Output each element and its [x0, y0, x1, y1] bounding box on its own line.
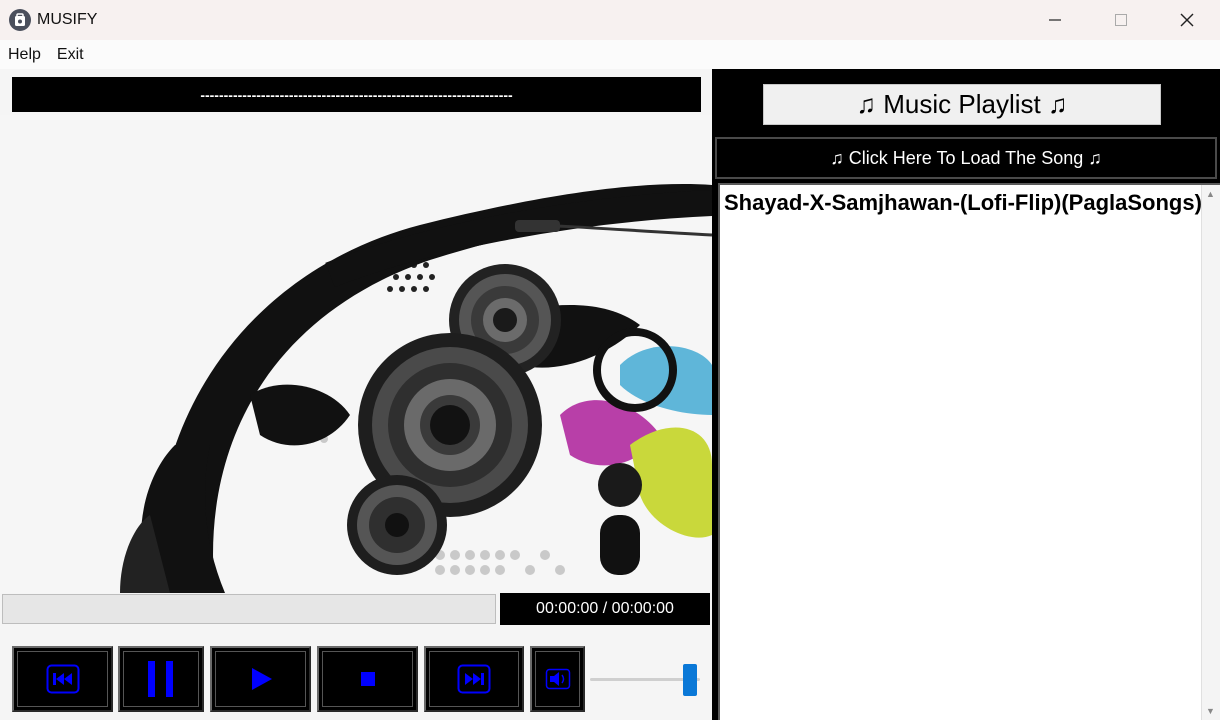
next-icon: [457, 664, 491, 694]
minimize-icon: [1049, 19, 1061, 21]
app-logo-icon: [9, 9, 31, 31]
maximize-button[interactable]: [1088, 0, 1154, 40]
album-artwork: [0, 115, 712, 593]
playlist-pane: ♫ Music Playlist ♫ ♫ Click Here To Load …: [712, 69, 1220, 720]
load-song-button[interactable]: ♫ Click Here To Load The Song ♫: [715, 137, 1217, 179]
volume-slider[interactable]: [590, 646, 702, 712]
playlist-title: ♫ Music Playlist ♫: [763, 84, 1161, 125]
play-button[interactable]: [210, 646, 311, 712]
close-button[interactable]: [1154, 0, 1220, 40]
previous-icon: [46, 664, 79, 694]
window-title: MUSIFY: [37, 11, 98, 28]
play-icon: [251, 668, 272, 690]
pause-button[interactable]: [118, 646, 204, 712]
stop-button[interactable]: [317, 646, 418, 712]
time-display: 00:00:00 / 00:00:00: [500, 593, 710, 625]
progress-bar[interactable]: [2, 594, 496, 624]
menu-bar: Help Exit: [0, 40, 1220, 69]
minimize-button[interactable]: [1022, 0, 1088, 40]
close-icon: [1180, 13, 1194, 27]
player-controls: [0, 641, 712, 720]
volume-thumb[interactable]: [683, 664, 697, 696]
playlist-scrollbar[interactable]: ▲ ▼: [1201, 185, 1220, 720]
playlist-items: Shayad-X-Samjhawan-(Lofi-Flip)(PaglaSong…: [720, 185, 1202, 720]
player-pane: ----------------------------------------…: [0, 69, 712, 720]
playlist-listbox[interactable]: Shayad-X-Samjhawan-(Lofi-Flip)(PaglaSong…: [718, 183, 1220, 720]
mute-button[interactable]: [530, 646, 585, 712]
stop-icon: [360, 672, 375, 686]
menu-help[interactable]: Help: [0, 46, 49, 64]
pause-icon: [148, 661, 173, 697]
maximize-icon: [1115, 14, 1127, 26]
scroll-down-icon[interactable]: ▼: [1206, 706, 1215, 716]
scroll-up-icon[interactable]: ▲: [1206, 189, 1215, 199]
title-bar: MUSIFY: [0, 0, 1220, 40]
speaker-icon: [545, 668, 570, 690]
menu-exit[interactable]: Exit: [49, 46, 92, 64]
previous-button[interactable]: [12, 646, 113, 712]
next-button[interactable]: [424, 646, 524, 712]
playlist-item[interactable]: Shayad-X-Samjhawan-(Lofi-Flip)(PaglaSong…: [720, 185, 1202, 217]
current-song-label: ----------------------------------------…: [12, 77, 701, 112]
